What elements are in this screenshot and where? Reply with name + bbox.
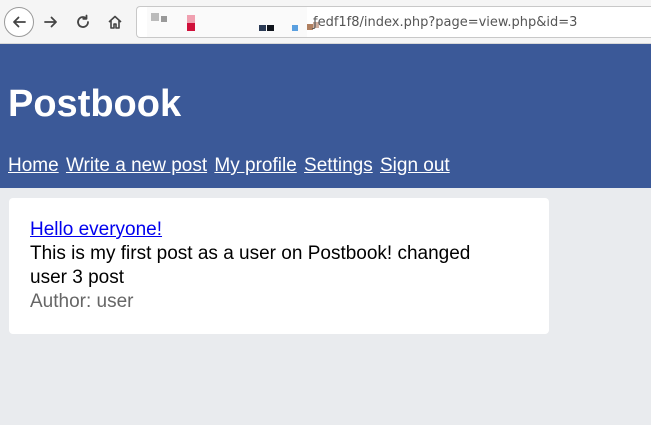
url-text[interactable]: ƒedf1f8/index.php?page=view.php&id=3 — [313, 15, 577, 30]
post-author: Author: user — [30, 291, 134, 312]
site-header: Postbook Home Write a new post My profil… — [0, 44, 651, 188]
nav-sign-out-link[interactable]: Sign out — [380, 155, 450, 176]
home-icon — [108, 15, 122, 29]
nav-settings-link[interactable]: Settings — [304, 155, 373, 176]
nav-home-link[interactable]: Home — [8, 155, 59, 176]
address-bar[interactable]: ƒedf1f8/index.php?page=view.php&id=3 — [136, 6, 651, 38]
nav-write-post-link[interactable]: Write a new post — [66, 155, 207, 176]
browser-toolbar: ƒedf1f8/index.php?page=view.php&id=3 — [0, 0, 651, 44]
post-card: Hello everyone! This is my first post as… — [9, 198, 549, 334]
home-button[interactable] — [100, 7, 130, 37]
back-button[interactable] — [4, 7, 34, 37]
url-redacted-region — [147, 7, 319, 37]
site-title: Postbook — [8, 83, 182, 125]
back-arrow-icon — [13, 16, 26, 28]
reload-button[interactable] — [68, 7, 98, 37]
forward-arrow-icon — [44, 16, 57, 28]
post-body: This is my first post as a user on Postb… — [30, 243, 471, 288]
forward-button[interactable] — [36, 7, 66, 37]
site-nav: Home Write a new post My profile Setting… — [8, 154, 452, 178]
nav-my-profile-link[interactable]: My profile — [214, 155, 296, 176]
post-title-link[interactable]: Hello everyone! — [30, 218, 162, 242]
reload-icon — [77, 14, 89, 28]
